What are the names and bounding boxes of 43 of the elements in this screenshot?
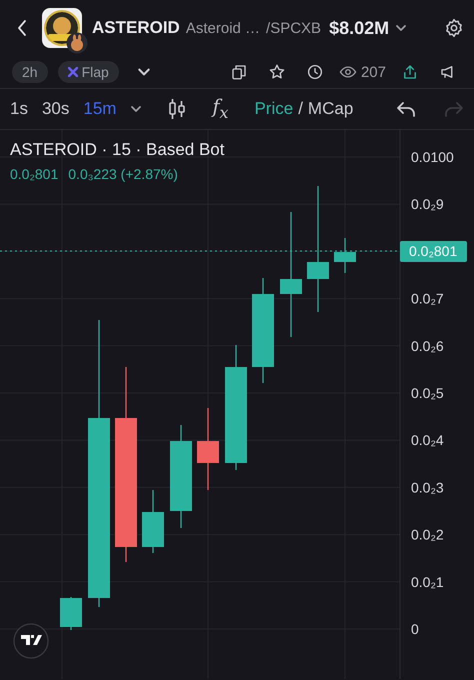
- chevron-down-icon[interactable]: [395, 22, 408, 34]
- chart-title: ASTEROID · 15 · Based Bot: [10, 140, 224, 160]
- mode-toggle[interactable]: Price: [254, 99, 294, 119]
- price-label: 0.0₂801: [400, 241, 467, 262]
- copy-icon[interactable]: [230, 63, 248, 81]
- back-icon[interactable]: [16, 19, 28, 37]
- bunny-icon: [66, 32, 88, 54]
- age-chip[interactable]: 2h: [12, 61, 48, 83]
- market-cap: $8.02M: [329, 18, 390, 38]
- cross-icon: [68, 67, 78, 77]
- view-count: 207: [360, 64, 386, 80]
- candle: [142, 490, 164, 553]
- price-change: 0.0₃223 (+2.87%): [68, 166, 178, 182]
- axis-tick-label: 0.0₂3: [411, 479, 444, 496]
- logo-icon[interactable]: [13, 623, 49, 659]
- axis-tick-label: 0: [411, 621, 419, 637]
- mode-toggle[interactable]: MCap: [308, 99, 354, 119]
- axis-tick-label: 0.0₂1: [411, 574, 444, 590]
- share-icon[interactable]: [401, 63, 419, 81]
- interval-tab[interactable]: 30s: [42, 99, 70, 119]
- axis-tick-label: 0.0₂5: [411, 385, 444, 401]
- settings-icon[interactable]: [444, 18, 464, 38]
- axis-tick-label: 0.0₂9: [411, 196, 444, 212]
- separator-slash: /: [298, 99, 303, 119]
- interval-tab[interactable]: 15m: [83, 99, 116, 119]
- price-value: 0.0₂801: [10, 166, 58, 182]
- axis-tick-label: 0.0₂2: [411, 526, 444, 543]
- candlestick-icon[interactable]: [168, 98, 186, 120]
- interval-tab[interactable]: 1s: [10, 99, 28, 119]
- axis-tick-label: 0.0100: [411, 149, 454, 165]
- axis-tick-label: 0.0₂6: [411, 338, 444, 354]
- platform-chip[interactable]: Flap: [58, 61, 119, 83]
- star-icon[interactable]: [268, 63, 286, 81]
- token-name: Asteroid …: [186, 20, 260, 36]
- chevron-down-icon[interactable]: [130, 103, 142, 115]
- candle: [60, 597, 82, 630]
- axis-tick-label: 0.0₂4: [411, 432, 444, 448]
- indicators-button[interactable]: f$_{x}$: [212, 96, 228, 122]
- axis-tick-label: 0.0₂7: [411, 290, 444, 307]
- token-symbol: ASTEROID: [92, 18, 180, 38]
- undo-icon[interactable]: [396, 100, 416, 118]
- clock-icon[interactable]: [306, 63, 324, 81]
- pair-name: /SPCXB: [266, 20, 322, 36]
